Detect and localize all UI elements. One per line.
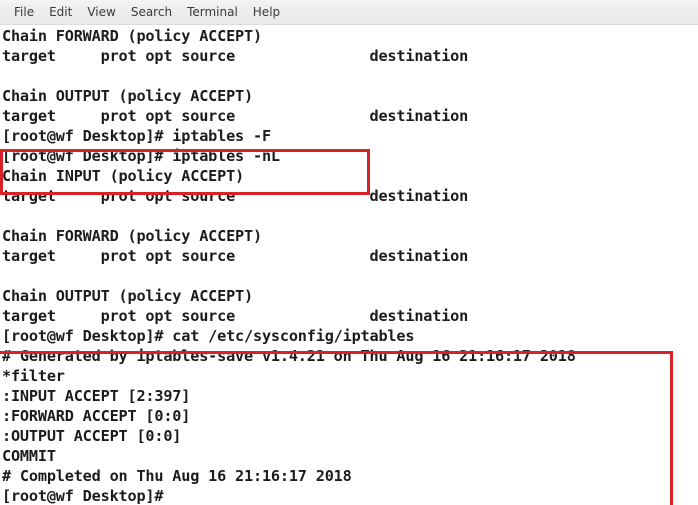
menu-item-terminal[interactable]: Terminal <box>180 3 246 21</box>
menu-item-file[interactable]: File <box>7 3 42 21</box>
menu-item-edit[interactable]: Edit <box>42 3 80 21</box>
terminal-line-prompt: [root@wf Desktop]# <box>2 487 164 505</box>
terminal-line-command: [root@wf Desktop]# iptables -nL <box>2 147 280 165</box>
terminal-output-area[interactable]: Chain FORWARD (policy ACCEPT) target pro… <box>0 25 698 505</box>
terminal-line: # Completed on Thu Aug 16 21:16:17 2018 <box>2 467 352 485</box>
terminal-line: target prot opt source destination <box>2 107 469 125</box>
terminal-line: Chain FORWARD (policy ACCEPT) <box>2 27 262 45</box>
menu-item-help[interactable]: Help <box>246 3 288 21</box>
terminal-window: File Edit View Search Terminal Help Chai… <box>0 0 698 505</box>
terminal-line-command: [root@wf Desktop]# cat /etc/sysconfig/ip… <box>2 327 415 345</box>
menu-item-search[interactable]: Search <box>124 3 180 21</box>
terminal-line-command: [root@wf Desktop]# iptables -F <box>2 127 271 145</box>
terminal-lines: Chain FORWARD (policy ACCEPT) target pro… <box>2 26 698 505</box>
terminal-line: COMMIT <box>2 447 56 465</box>
terminal-line: *filter <box>2 367 65 385</box>
terminal-line: # Generated by iptables-save v1.4.21 on … <box>2 347 576 365</box>
terminal-line: :OUTPUT ACCEPT [0:0] <box>2 427 182 445</box>
terminal-line: Chain FORWARD (policy ACCEPT) <box>2 227 262 245</box>
terminal-line: target prot opt source destination <box>2 307 469 325</box>
terminal-line: :FORWARD ACCEPT [0:0] <box>2 407 191 425</box>
menu-bar: File Edit View Search Terminal Help <box>0 0 698 25</box>
menu-item-view[interactable]: View <box>80 3 123 21</box>
terminal-line: target prot opt source destination <box>2 247 469 265</box>
terminal-line: :INPUT ACCEPT [2:397] <box>2 387 191 405</box>
terminal-line: Chain OUTPUT (policy ACCEPT) <box>2 87 253 105</box>
terminal-line: target prot opt source destination <box>2 187 469 205</box>
terminal-line: Chain OUTPUT (policy ACCEPT) <box>2 287 253 305</box>
terminal-line: Chain INPUT (policy ACCEPT) <box>2 167 245 185</box>
terminal-line: target prot opt source destination <box>2 47 469 65</box>
